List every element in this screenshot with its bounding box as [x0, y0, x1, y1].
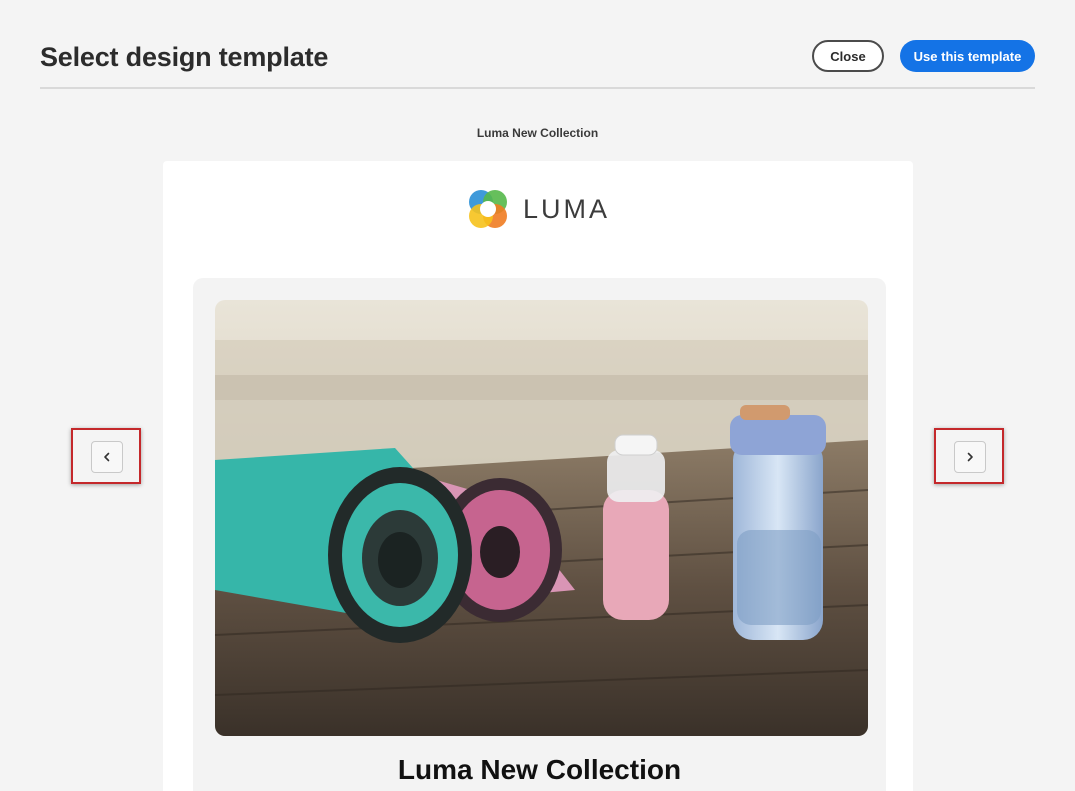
hero-image	[215, 300, 868, 736]
luma-logo-icon	[469, 190, 507, 228]
chevron-left-icon	[104, 452, 110, 462]
logo-text: LUMA	[523, 193, 611, 224]
next-highlight	[934, 428, 1004, 484]
select-template-dialog: Select design template Close Use this te…	[0, 0, 1075, 791]
card-title: Luma New Collection	[397, 754, 682, 785]
prev-highlight	[71, 428, 141, 484]
use-template-button[interactable]: Use this template	[900, 40, 1035, 72]
close-button[interactable]: Close	[812, 40, 884, 72]
template-preview: LUMA Luma New Collection	[163, 161, 913, 791]
next-template-button[interactable]	[954, 441, 986, 473]
template-name: Luma New Collection	[476, 126, 599, 140]
chevron-right-icon	[967, 452, 973, 462]
luma-logo: LUMA	[465, 187, 610, 231]
template-card: Luma New Collection	[193, 278, 886, 791]
dialog-header: Select design template Close Use this te…	[40, 0, 1035, 89]
prev-template-button[interactable]	[91, 441, 123, 473]
dialog-title: Select design template	[40, 42, 329, 72]
